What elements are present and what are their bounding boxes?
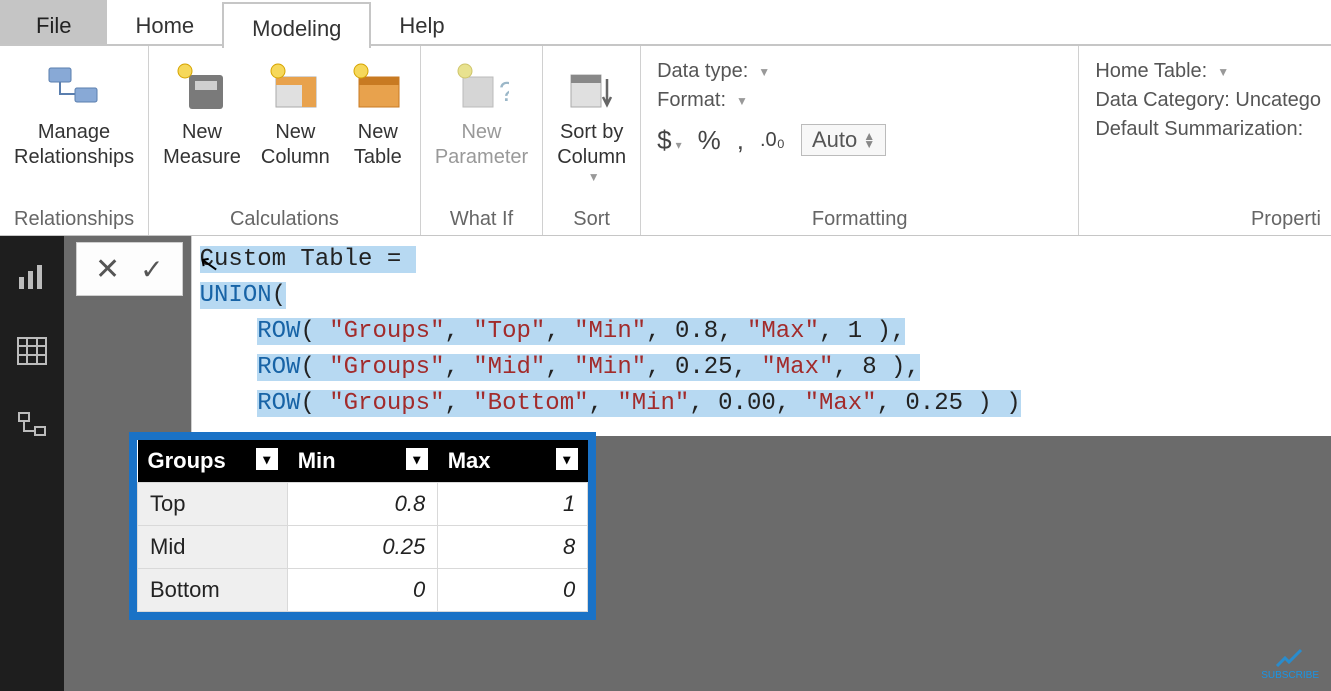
table-row[interactable]: Bottom 0 0	[138, 569, 588, 612]
model-view-button[interactable]	[15, 408, 49, 442]
formula-bar: ✕ ✓ Custom Table = UNION( ROW( "Groups",…	[64, 236, 1331, 436]
data-type-label: Data type:	[657, 60, 748, 83]
default-summarization-label: Default Summarization:	[1095, 118, 1303, 141]
col-header-min[interactable]: Min▾	[288, 440, 438, 483]
chevron-down-icon[interactable]: ▼	[736, 94, 748, 108]
filter-icon[interactable]: ▾	[256, 448, 278, 470]
ribbon-group-calculations: New Measure New Column	[149, 46, 421, 235]
ribbon: Manage Relationships Relationships New M…	[0, 46, 1331, 236]
tab-modeling[interactable]: Modeling	[222, 2, 371, 48]
format-label: Format:	[657, 89, 726, 112]
calculations-group-label: Calculations	[159, 204, 410, 235]
col-header-max[interactable]: Max▾	[438, 440, 588, 483]
whatif-group-label: What If	[431, 204, 532, 235]
decimals-auto-label: Auto	[812, 127, 857, 153]
percent-button[interactable]: %	[698, 125, 721, 156]
filter-icon[interactable]: ▾	[556, 448, 578, 470]
main-area: ✕ ✓ Custom Table = UNION( ROW( "Groups",…	[64, 236, 1331, 691]
commit-formula-button[interactable]: ✓	[140, 253, 163, 286]
tab-file[interactable]: File	[0, 0, 107, 44]
tab-help[interactable]: Help	[371, 0, 472, 44]
decimal-button[interactable]: .0₀	[760, 129, 785, 152]
cell-max: 1	[438, 483, 588, 526]
relationships-group-label: Relationships	[10, 204, 138, 235]
currency-button[interactable]: $▾	[657, 125, 682, 156]
subscribe-watermark: SUBSCRIBE	[1261, 648, 1319, 681]
menu-bar: File Home Modeling Help	[0, 0, 1331, 46]
cell-groups: Mid	[138, 526, 288, 569]
sort-group-label: Sort	[553, 204, 630, 235]
tab-home[interactable]: Home	[107, 0, 222, 44]
relationships-icon	[46, 58, 102, 114]
new-column-button[interactable]: New Column	[257, 56, 334, 172]
ribbon-group-formatting: Data type:▼ Format:▼ $▾ % , .0₀ Auto ▲▼ …	[641, 46, 1079, 235]
cell-min: 0.8	[288, 483, 438, 526]
home-table-label: Home Table:	[1095, 60, 1207, 83]
cell-max: 8	[438, 526, 588, 569]
properties-group-label: Properti	[1089, 204, 1321, 235]
chevron-down-icon[interactable]: ▼	[758, 65, 770, 79]
cell-groups: Bottom	[138, 569, 288, 612]
thousands-button[interactable]: ,	[737, 125, 744, 156]
new-measure-label: New Measure	[163, 120, 241, 170]
ribbon-group-sort: Sort by Column▼ Sort	[543, 46, 641, 235]
sort-icon	[564, 58, 620, 114]
formula-controls: ✕ ✓	[76, 242, 183, 296]
cell-min: 0.25	[288, 526, 438, 569]
table-icon	[350, 58, 406, 114]
measure-icon	[174, 58, 230, 114]
result-table-highlight: Groups▾ Min▾ Max▾ Top 0.8 1 Mid 0.25 8	[129, 432, 596, 620]
chevron-down-icon[interactable]: ▼	[1217, 65, 1229, 79]
formatting-group-label: Formatting	[651, 204, 1068, 235]
manage-relationships-button[interactable]: Manage Relationships	[10, 56, 138, 172]
new-table-label: New Table	[354, 120, 402, 170]
chevron-down-icon: ▼	[588, 170, 600, 185]
cell-groups: Top	[138, 483, 288, 526]
parameter-icon: ?	[454, 58, 510, 114]
report-view-button[interactable]	[15, 260, 49, 294]
new-measure-button[interactable]: New Measure	[159, 56, 245, 172]
manage-relationships-label: Manage Relationships	[14, 120, 134, 170]
new-table-button[interactable]: New Table	[346, 56, 410, 172]
sort-by-column-label: Sort by Column	[557, 120, 626, 170]
result-table: Groups▾ Min▾ Max▾ Top 0.8 1 Mid 0.25 8	[137, 440, 588, 612]
table-row[interactable]: Top 0.8 1	[138, 483, 588, 526]
ribbon-group-properties: Home Table: ▼ Data Category: Uncatego Def…	[1079, 46, 1331, 235]
svg-text:?: ?	[499, 76, 509, 107]
formula-editor[interactable]: Custom Table = UNION( ROW( "Groups", "To…	[191, 236, 1331, 436]
ribbon-group-whatif: ? New Parameter What If	[421, 46, 543, 235]
cancel-formula-button[interactable]: ✕	[95, 252, 120, 287]
filter-icon[interactable]: ▾	[406, 448, 428, 470]
data-category-label: Data Category: Uncatego	[1095, 89, 1321, 112]
table-row[interactable]: Mid 0.25 8	[138, 526, 588, 569]
cell-min: 0	[288, 569, 438, 612]
new-parameter-label: New Parameter	[435, 120, 528, 170]
workspace: ✕ ✓ Custom Table = UNION( ROW( "Groups",…	[0, 236, 1331, 691]
col-header-groups[interactable]: Groups▾	[138, 440, 288, 483]
new-column-label: New Column	[261, 120, 330, 170]
view-rail	[0, 236, 64, 691]
sort-by-column-button[interactable]: Sort by Column▼	[553, 56, 630, 187]
column-icon	[267, 58, 323, 114]
ribbon-group-relationships: Manage Relationships Relationships	[0, 46, 149, 235]
data-view-button[interactable]	[15, 334, 49, 368]
decimals-auto-input[interactable]: Auto ▲▼	[801, 124, 886, 156]
new-parameter-button[interactable]: ? New Parameter	[431, 56, 532, 172]
cell-max: 0	[438, 569, 588, 612]
spinner-icon[interactable]: ▲▼	[863, 132, 875, 148]
